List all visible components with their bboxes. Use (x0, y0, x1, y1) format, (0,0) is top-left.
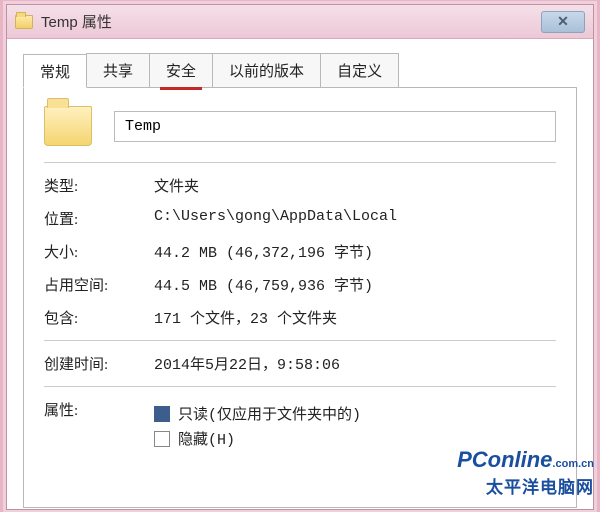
checkbox-readonly[interactable] (154, 406, 170, 422)
value-type: 文件夹 (154, 175, 556, 196)
tab-label: 共享 (103, 63, 133, 80)
value-created: 2014年5月22日，9:58:06 (154, 353, 556, 374)
row-attributes: 属性: 只读(仅应用于文件夹中的) 隐藏(H) (44, 399, 556, 453)
label-type: 类型: (44, 175, 154, 196)
checkbox-hidden[interactable] (154, 431, 170, 447)
folder-name-input[interactable] (114, 111, 556, 142)
tab-security[interactable]: 安全 (149, 53, 213, 87)
tab-label: 安全 (166, 63, 196, 80)
row-contains: 包含: 171 个文件，23 个文件夹 (44, 307, 556, 328)
properties-window: Temp 属性 ✕ 常规 共享 安全 以前的版本 自定义 (6, 4, 594, 510)
value-location: C:\Users\gong\AppData\Local (154, 208, 556, 229)
checkbox-hidden-label: 隐藏(H) (178, 428, 235, 449)
titlebar: Temp 属性 ✕ (7, 5, 593, 39)
highlight-underline (160, 87, 202, 90)
row-size: 大小: 44.2 MB (46,372,196 字节) (44, 241, 556, 262)
general-panel: 类型: 文件夹 位置: C:\Users\gong\AppData\Local … (23, 88, 577, 508)
tab-previous-versions[interactable]: 以前的版本 (212, 53, 321, 87)
close-button[interactable]: ✕ (541, 11, 585, 33)
tab-general[interactable]: 常规 (23, 54, 87, 88)
tab-label: 以前的版本 (229, 63, 304, 80)
label-location: 位置: (44, 208, 154, 229)
checkbox-readonly-row: 只读(仅应用于文件夹中的) (154, 403, 556, 424)
window-title: Temp 属性 (41, 11, 541, 32)
label-created: 创建时间: (44, 353, 154, 374)
value-ondisk: 44.5 MB (46,759,936 字节) (154, 274, 556, 295)
label-size: 大小: (44, 241, 154, 262)
tab-share[interactable]: 共享 (86, 53, 150, 87)
tab-label: 常规 (40, 64, 70, 81)
label-attributes: 属性: (44, 399, 154, 453)
separator (44, 386, 556, 387)
checkbox-readonly-label: 只读(仅应用于文件夹中的) (178, 403, 361, 424)
separator (44, 162, 556, 163)
tab-label: 自定义 (337, 63, 382, 80)
label-ondisk: 占用空间: (44, 274, 154, 295)
separator (44, 340, 556, 341)
tab-custom[interactable]: 自定义 (320, 53, 399, 87)
close-icon: ✕ (557, 13, 569, 30)
name-row (44, 106, 556, 146)
checkbox-hidden-row: 隐藏(H) (154, 428, 556, 449)
row-type: 类型: 文件夹 (44, 175, 556, 196)
row-location: 位置: C:\Users\gong\AppData\Local (44, 208, 556, 229)
attributes-group: 只读(仅应用于文件夹中的) 隐藏(H) (154, 399, 556, 453)
row-created: 创建时间: 2014年5月22日，9:58:06 (44, 353, 556, 374)
value-contains: 171 个文件，23 个文件夹 (154, 307, 556, 328)
folder-icon (15, 15, 33, 29)
label-contains: 包含: (44, 307, 154, 328)
tab-bar: 常规 共享 安全 以前的版本 自定义 (23, 53, 577, 88)
window-body: 常规 共享 安全 以前的版本 自定义 类型: (7, 39, 593, 509)
folder-icon-large (44, 106, 92, 146)
value-size: 44.2 MB (46,372,196 字节) (154, 241, 556, 262)
row-ondisk: 占用空间: 44.5 MB (46,759,936 字节) (44, 274, 556, 295)
